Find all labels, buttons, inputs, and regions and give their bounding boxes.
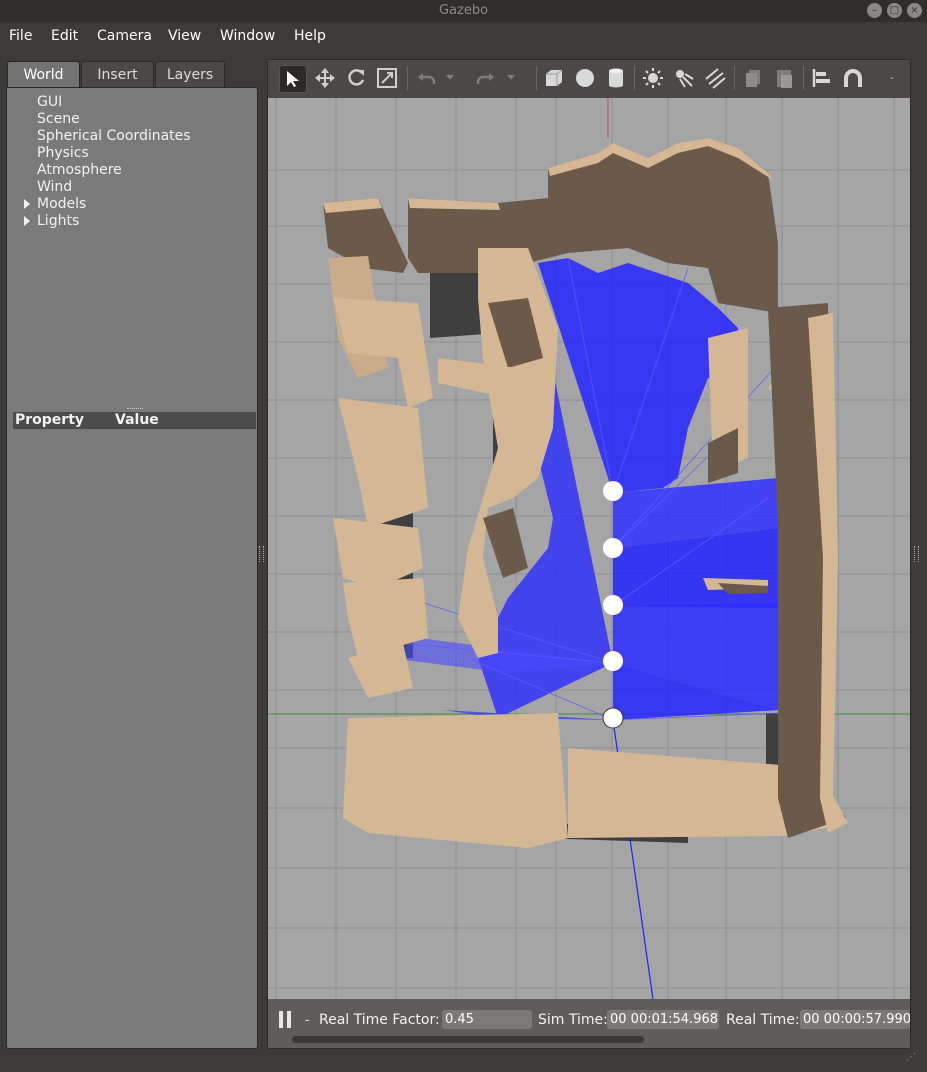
real-time-factor-value: 0.45: [442, 1010, 532, 1029]
tree-item-scene[interactable]: Scene: [37, 111, 80, 127]
tree-item-models-label: Models: [37, 196, 87, 212]
spot-light-icon[interactable]: [671, 65, 697, 91]
redo-dropdown-icon[interactable]: [504, 65, 518, 91]
left-splitter-handle[interactable]: [259, 546, 264, 562]
menu-window[interactable]: Window: [220, 28, 275, 44]
pose-marker-icon: [603, 651, 623, 671]
sim-time-label: Sim Time:: [538, 1012, 608, 1028]
close-icon[interactable]: ×: [907, 3, 922, 18]
tab-layers[interactable]: Layers: [155, 61, 225, 88]
box-icon[interactable]: [541, 65, 567, 91]
menu-file[interactable]: File: [9, 28, 32, 44]
toolbar-separator: [634, 66, 635, 90]
tree-item-gui[interactable]: GUI: [37, 94, 62, 110]
menu-camera[interactable]: Camera: [97, 28, 152, 44]
menu-bar: File Edit Camera View Window Help: [0, 22, 927, 52]
status-bar: - Real Time Factor: 0.45 Sim Time: 00 00…: [268, 999, 910, 1048]
cylinder-icon[interactable]: [603, 65, 629, 91]
tree-item-models[interactable]: Models: [24, 196, 87, 212]
tab-insert[interactable]: Insert: [81, 61, 154, 88]
resize-grip-icon[interactable]: ⋰: [906, 1052, 916, 1063]
real-time-label: Real Time:: [726, 1012, 800, 1028]
pose-marker-icon: [603, 481, 623, 501]
redo-icon[interactable]: [473, 65, 499, 91]
panel-splitter-handle[interactable]: [127, 408, 143, 411]
tree-item-physics[interactable]: Physics: [37, 145, 89, 161]
left-panel: World Insert Layers GUI Scene Spherical …: [5, 59, 258, 1049]
toolbar: -: [268, 60, 910, 99]
toolbar-overflow-icon[interactable]: -: [890, 73, 894, 84]
sphere-icon[interactable]: [572, 65, 598, 91]
toolbar-separator: [803, 66, 804, 90]
undo-dropdown-icon[interactable]: [443, 65, 457, 91]
toolbar-separator: [407, 66, 408, 90]
rotate-icon[interactable]: [343, 65, 369, 91]
tree-item-lights[interactable]: Lights: [24, 213, 80, 229]
expand-arrow-icon[interactable]: [24, 199, 30, 209]
render-viewport: - - Real Time Factor: 0.45 Sim Time: 00 …: [267, 59, 911, 1049]
menu-view[interactable]: View: [168, 28, 201, 44]
property-table-header: Property Value: [13, 412, 256, 429]
step-dropdown-icon[interactable]: -: [305, 1013, 309, 1027]
tree-item-spherical-coordinates[interactable]: Spherical Coordinates: [37, 128, 191, 144]
snap-icon[interactable]: [840, 65, 866, 91]
copy-icon[interactable]: [740, 65, 766, 91]
scene-view[interactable]: [268, 98, 910, 1000]
maximize-icon[interactable]: □: [887, 3, 902, 18]
value-column-header: Value: [115, 412, 159, 428]
paste-icon[interactable]: [771, 65, 797, 91]
pose-marker-icon: [603, 595, 623, 615]
sim-time-value: 00 00:01:54.968: [607, 1010, 719, 1029]
pause-icon[interactable]: [279, 1011, 292, 1028]
tree-item-wind[interactable]: Wind: [37, 179, 72, 195]
minimize-icon[interactable]: –: [867, 3, 882, 18]
expand-arrow-icon[interactable]: [24, 216, 30, 226]
align-icon[interactable]: [809, 65, 835, 91]
window-title: Gazebo: [438, 3, 489, 18]
menu-edit[interactable]: Edit: [51, 28, 78, 44]
tab-world[interactable]: World: [7, 61, 80, 88]
pose-marker-icon: [603, 538, 623, 558]
title-bar: Gazebo – □ ×: [0, 0, 927, 22]
select-icon[interactable]: [279, 65, 307, 93]
horizontal-scrollbar[interactable]: [292, 1036, 644, 1043]
scale-icon[interactable]: [374, 65, 400, 91]
toolbar-separator: [734, 66, 735, 90]
toolbar-separator: [536, 66, 537, 90]
tree-item-lights-label: Lights: [37, 213, 80, 229]
real-time-factor-label: Real Time Factor:: [319, 1012, 440, 1028]
undo-icon[interactable]: [413, 65, 439, 91]
translate-icon[interactable]: [312, 65, 338, 91]
real-time-value: 00 00:00:57.990: [800, 1010, 910, 1029]
point-light-icon[interactable]: [640, 65, 666, 91]
tree-item-atmosphere[interactable]: Atmosphere: [37, 162, 122, 178]
right-splitter-handle[interactable]: [914, 546, 919, 562]
world-panel: GUI Scene Spherical Coordinates Physics …: [6, 87, 258, 1049]
directional-light-icon[interactable]: [702, 65, 728, 91]
property-column-header: Property: [15, 412, 85, 428]
menu-help[interactable]: Help: [294, 28, 326, 44]
